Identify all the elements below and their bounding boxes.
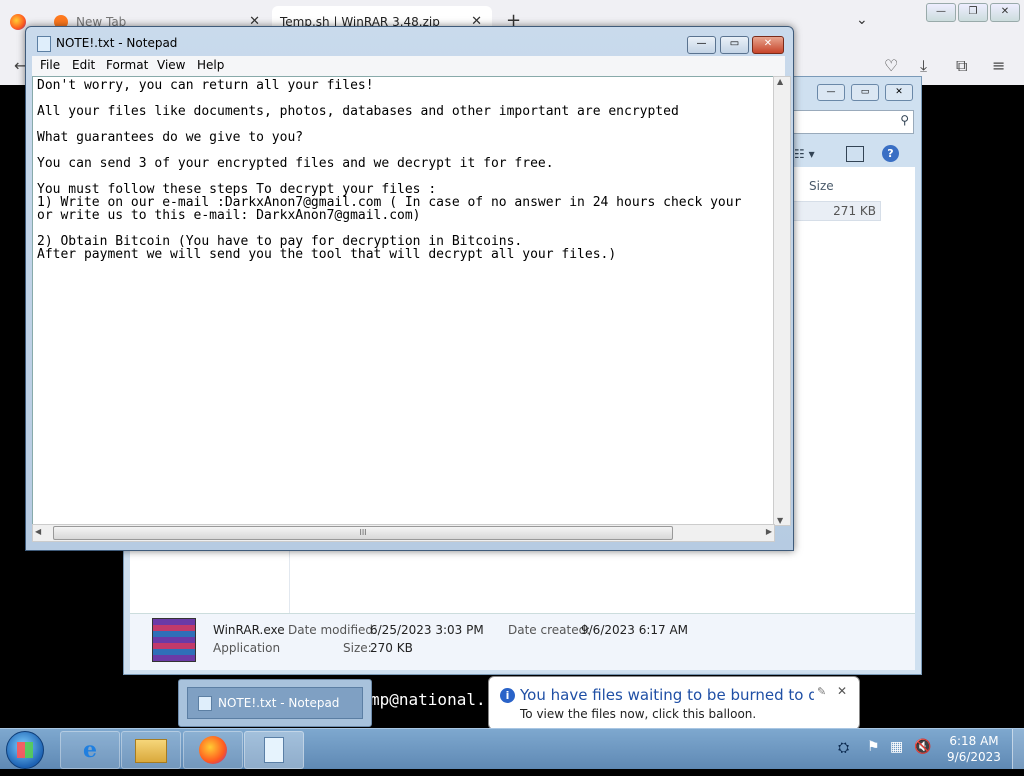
menu-format[interactable]: Format (106, 58, 148, 72)
date-modified-value: 6/25/2023 3:03 PM (370, 623, 484, 637)
extensions-icon[interactable]: ⧉ (956, 56, 967, 76)
close-button[interactable]: ✕ (990, 3, 1020, 22)
notepad-icon (198, 696, 212, 711)
scroll-down-icon[interactable]: ▼ (777, 516, 783, 525)
details-file-name: WinRAR.exe (213, 623, 285, 637)
text-line: You can send 3 of your encrypted files a… (37, 156, 554, 171)
menu-icon[interactable]: ≡ (992, 56, 1005, 75)
size-label: Size: (343, 641, 372, 655)
download-icon[interactable]: ⤓ (920, 56, 927, 76)
action-center-flag-icon[interactable]: ⚑ (867, 739, 880, 755)
menu-file[interactable]: File (40, 58, 60, 72)
balloon-body: To view the files now, click this balloo… (520, 707, 757, 721)
windows-logo-icon (17, 742, 33, 758)
balloon-title: You have files waiting to be burned to d… (520, 686, 814, 704)
menu-edit[interactable]: Edit (72, 58, 95, 72)
text-line: What guarantees do we give to you? (37, 130, 304, 145)
close-button[interactable]: ✕ (752, 36, 784, 54)
taskbar-preview[interactable]: NOTE!.txt - Notepad (178, 679, 372, 727)
scroll-thumb[interactable]: III (53, 526, 673, 540)
list-tabs-icon[interactable]: ⌄ (856, 12, 868, 28)
date-modified-label: Date modified: (288, 623, 378, 637)
search-input[interactable]: ⚲ (784, 110, 914, 134)
horizontal-scrollbar[interactable]: ◀ III ▶ (32, 524, 775, 542)
info-icon: i (500, 688, 515, 703)
details-pane: WinRAR.exe Application Date modified: 6/… (130, 613, 915, 670)
maximize-button[interactable]: ▭ (720, 36, 749, 54)
explorer-maximize-button[interactable]: ▭ (851, 84, 879, 101)
window-title: NOTE!.txt - Notepad (56, 36, 178, 50)
scroll-left-icon[interactable]: ◀ (35, 527, 41, 536)
date-created-value: 9/6/2023 6:17 AM (581, 623, 689, 637)
winrar-icon (152, 618, 196, 662)
internet-explorer-icon: e (83, 737, 97, 763)
explorer-close-button[interactable]: ✕ (885, 84, 913, 101)
notification-balloon[interactable]: i You have files waiting to be burned to… (488, 676, 860, 738)
menu-view[interactable]: View (157, 58, 185, 72)
settings-icon[interactable]: ✎ (817, 685, 826, 698)
vertical-scrollbar[interactable]: ▲ ▼ (773, 76, 791, 526)
clock-date: 9/6/2023 (947, 750, 1001, 764)
search-icon[interactable]: ⚲ (900, 113, 909, 127)
firefox-icon (199, 736, 227, 764)
taskbar: e ⛭ ⚑ ▦ 🔇 6:18 AM 9/6/2023 (0, 728, 1024, 769)
notepad-icon (37, 36, 51, 52)
firefox-icon (10, 14, 26, 30)
notepad-window: NOTE!.txt - Notepad — ▭ ✕ File Edit Form… (25, 26, 794, 551)
text-line: All your files like documents, photos, d… (37, 104, 679, 119)
date-created-label: Date created: (508, 623, 591, 637)
taskbar-preview-inner[interactable]: NOTE!.txt - Notepad (187, 687, 363, 719)
details-file-type: Application (213, 641, 281, 655)
size-value: 270 KB (370, 641, 413, 655)
volume-muted-icon[interactable]: 🔇 (914, 739, 931, 755)
taskbar-notepad-button[interactable] (244, 731, 304, 769)
network-icon[interactable]: ⛭ (838, 740, 849, 756)
scroll-right-icon[interactable]: ▶ (766, 527, 772, 536)
scroll-up-icon[interactable]: ▲ (777, 77, 783, 86)
file-size-value: 271 KB (833, 204, 876, 218)
show-desktop-button[interactable] (1012, 729, 1024, 769)
folder-icon (135, 739, 167, 763)
notepad-icon (264, 737, 284, 763)
text-line: Don't worry, you can return all your fil… (37, 78, 374, 93)
minimize-button[interactable]: — (926, 3, 956, 22)
pocket-icon[interactable]: ♡ (884, 56, 898, 75)
preview-pane-icon[interactable] (846, 146, 864, 162)
taskbar-firefox-button[interactable] (183, 731, 243, 769)
taskbar-explorer-button[interactable] (121, 731, 181, 769)
network-status-icon[interactable]: ▦ (890, 739, 903, 755)
balloon-close-icon[interactable]: ✕ (837, 684, 847, 698)
view-options-icon[interactable]: ☷ ▾ (794, 147, 815, 161)
minimize-button[interactable]: — (687, 36, 716, 54)
file-row-size[interactable]: 271 KB (793, 201, 881, 221)
terminal-line: mp@national. (370, 690, 486, 709)
menu-bar: File Edit Format View Help (32, 56, 785, 76)
text-line: After payment we will send you the tool … (37, 247, 617, 262)
clock-time: 6:18 AM (949, 734, 999, 748)
clock[interactable]: 6:18 AM 9/6/2023 (944, 733, 1004, 765)
scroll-grip: III (359, 528, 367, 537)
taskbar-preview-label: NOTE!.txt - Notepad (218, 696, 340, 710)
text-area[interactable]: Don't worry, you can return all your fil… (32, 76, 775, 526)
column-header-size[interactable]: Size (809, 179, 834, 193)
start-button[interactable] (6, 731, 44, 769)
explorer-minimize-button[interactable]: — (817, 84, 845, 101)
menu-help[interactable]: Help (197, 58, 224, 72)
help-icon[interactable]: ? (882, 145, 899, 162)
taskbar-ie-button[interactable]: e (60, 731, 120, 769)
restore-button[interactable]: ❐ (958, 3, 988, 22)
text-line: or write us to this e-mail: DarkxAnon7@g… (37, 208, 421, 223)
